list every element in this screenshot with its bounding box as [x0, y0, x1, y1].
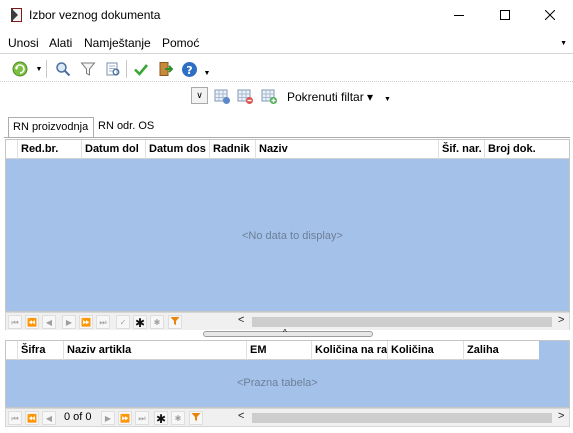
- refresh-icon[interactable]: [11, 60, 29, 78]
- nav-cancel-icon[interactable]: ✱: [150, 315, 164, 329]
- toolbar-separator: [46, 60, 47, 78]
- col-datum-dos[interactable]: Datum dos: [146, 140, 210, 159]
- grid-splitter[interactable]: ^: [5, 328, 570, 338]
- horizontal-scrollbar-thumb[interactable]: [252, 317, 552, 327]
- col-zaliha[interactable]: Zaliha: [464, 341, 539, 360]
- nav-prev-page-icon[interactable]: ⏪: [25, 315, 39, 329]
- col-red-br[interactable]: Red.br.: [18, 140, 82, 159]
- window-title: Izbor veznog dokumenta: [29, 8, 161, 22]
- menu-overflow-icon[interactable]: ▼: [560, 40, 567, 47]
- menu-unosi[interactable]: Unosi: [8, 36, 39, 50]
- col-kolicina-na-ra[interactable]: Količina na ra: [312, 341, 388, 360]
- help-dropdown-icon[interactable]: ▼: [198, 64, 216, 82]
- detail-grid-navigator: ⏮ ⏪ ◀ 0 of 0 ▶ ⏩ ⏭ ✱ ✱ < >: [5, 408, 570, 427]
- title-bar: Izbor veznog dokumenta: [0, 0, 573, 30]
- nav-next-page-icon[interactable]: ⏩: [118, 411, 132, 425]
- nav-insert-icon[interactable]: ✱: [133, 315, 147, 330]
- nav-last-icon[interactable]: ⏭: [135, 411, 149, 425]
- main-grid-header: Red.br. Datum dol Datum dos Radnik Naziv…: [6, 140, 569, 159]
- record-counter: 0 of 0: [64, 411, 92, 423]
- menu-alati[interactable]: Alati: [49, 36, 72, 50]
- splitter-grip[interactable]: [203, 331, 373, 337]
- detail-grid-header: Šifra Naziv artikla EM Količina na ra Ko…: [6, 341, 539, 360]
- close-button[interactable]: [527, 0, 573, 30]
- main-grid-empty-message: <No data to display>: [242, 230, 343, 242]
- filter-toolbar-overflow-icon[interactable]: ▼: [384, 96, 391, 103]
- scroll-left-icon[interactable]: <: [238, 410, 244, 422]
- find-list-icon[interactable]: [104, 60, 122, 78]
- nav-insert-icon[interactable]: ✱: [154, 411, 168, 426]
- tab-rn-proizvodnja[interactable]: RN proizvodnja: [8, 117, 94, 138]
- nav-prev-icon[interactable]: ◀: [42, 411, 56, 425]
- detail-grid[interactable]: Šifra Naziv artikla EM Količina na ra Ko…: [5, 340, 570, 408]
- toolbar-separator: [126, 60, 127, 78]
- minimize-button[interactable]: [436, 0, 482, 30]
- col-radnik[interactable]: Radnik: [210, 140, 256, 159]
- nav-filter-icon[interactable]: [168, 315, 182, 329]
- filter-icon[interactable]: [79, 60, 97, 78]
- col-datum-dol[interactable]: Datum dol: [82, 140, 146, 159]
- nav-prev-icon[interactable]: ◀: [42, 315, 56, 329]
- col-broj-dok[interactable]: Broj dok.: [485, 140, 569, 159]
- nav-edit-icon[interactable]: ✓: [116, 315, 130, 329]
- col-sifra[interactable]: Šifra: [18, 341, 64, 360]
- col-kolicina[interactable]: Količina: [388, 341, 464, 360]
- collapse-icon[interactable]: ∨: [191, 87, 208, 104]
- nav-next-icon[interactable]: ▶: [62, 315, 76, 329]
- nav-first-icon[interactable]: ⏮: [8, 411, 22, 425]
- app-book-icon: [9, 7, 25, 23]
- nav-first-icon[interactable]: ⏮: [8, 315, 22, 329]
- table-add2-icon[interactable]: [260, 87, 278, 105]
- col-em[interactable]: EM: [247, 341, 312, 360]
- exit-icon[interactable]: [156, 60, 174, 78]
- menu-pomoc[interactable]: Pomoć: [162, 36, 199, 50]
- menu-bar: Unosi Alati Namještanje Pomoć ▼: [0, 32, 573, 54]
- col-naziv-artikla[interactable]: Naziv artikla: [64, 341, 247, 360]
- search-icon[interactable]: [54, 60, 72, 78]
- table-delete-icon[interactable]: [236, 87, 254, 105]
- run-filter-button[interactable]: Pokrenuti filtar ▾: [287, 90, 373, 104]
- nav-cancel-icon[interactable]: ✱: [171, 411, 185, 425]
- menu-namjestanje[interactable]: Namještanje: [84, 36, 151, 50]
- scroll-left-icon[interactable]: <: [238, 314, 244, 326]
- main-grid[interactable]: Red.br. Datum dol Datum dos Radnik Naziv…: [5, 139, 570, 312]
- detail-grid-empty-message: <Prazna tabela>: [237, 377, 318, 389]
- tab-rn-odr-os[interactable]: RN odr. OS: [94, 117, 164, 138]
- scroll-right-icon[interactable]: >: [558, 314, 564, 326]
- splitter-collapse-icon[interactable]: ^: [283, 328, 287, 337]
- table-add-icon[interactable]: [213, 87, 231, 105]
- tab-divider: [4, 137, 570, 138]
- row-indicator-column: [6, 140, 18, 159]
- nav-prev-page-icon[interactable]: ⏪: [25, 411, 39, 425]
- help-icon[interactable]: ?: [180, 60, 198, 78]
- nav-next-page-icon[interactable]: ⏩: [79, 315, 93, 329]
- nav-filter-icon[interactable]: [189, 411, 203, 425]
- row-indicator-column: [6, 341, 18, 360]
- nav-next-icon[interactable]: ▶: [101, 411, 115, 425]
- scroll-right-icon[interactable]: >: [558, 410, 564, 422]
- nav-last-icon[interactable]: ⏭: [96, 315, 110, 329]
- check-icon[interactable]: [132, 60, 150, 78]
- svg-text:?: ?: [186, 64, 192, 77]
- col-sif-nar[interactable]: Šif. nar.: [439, 140, 485, 159]
- maximize-button[interactable]: [482, 0, 528, 30]
- horizontal-scrollbar-thumb[interactable]: [252, 413, 552, 423]
- main-grid-navigator: ⏮ ⏪ ◀ ▶ ⏩ ⏭ ✓ ✱ ✱ < >: [5, 312, 570, 331]
- col-naziv[interactable]: Naziv: [256, 140, 439, 159]
